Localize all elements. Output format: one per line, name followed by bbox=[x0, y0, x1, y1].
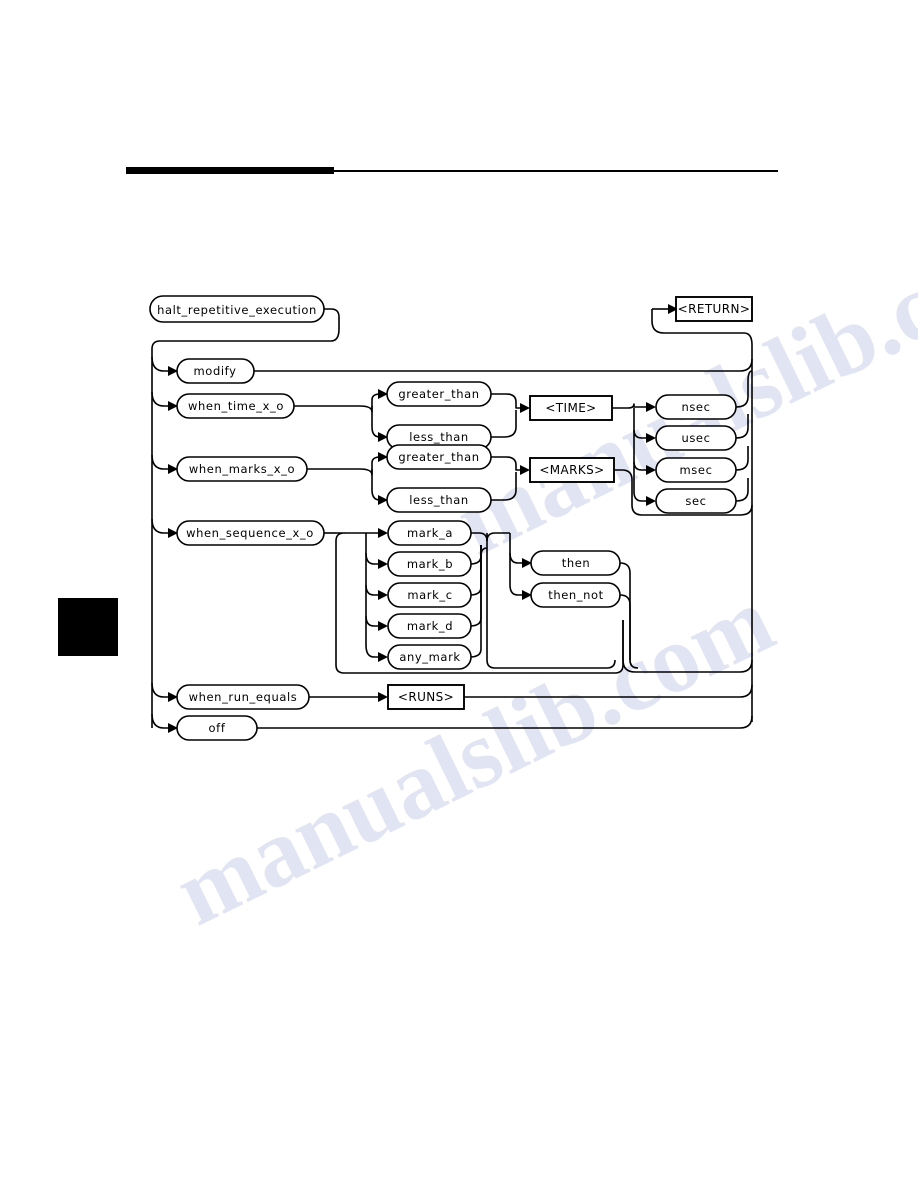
node-label: then_not bbox=[548, 588, 604, 602]
node-label: when_run_equals bbox=[189, 690, 298, 704]
node-label: when_sequence_x_o bbox=[186, 526, 314, 540]
node-mark-a[interactable]: mark_a bbox=[387, 520, 472, 546]
node-when-run-equals[interactable]: when_run_equals bbox=[176, 684, 310, 710]
node-label: when_time_x_o bbox=[188, 399, 284, 413]
node-label: off bbox=[209, 721, 226, 735]
node-label: mark_c bbox=[407, 588, 452, 602]
node-marks-value[interactable]: <MARKS> bbox=[529, 457, 615, 483]
node-label: less_than bbox=[409, 430, 469, 444]
node-nsec[interactable]: nsec bbox=[655, 394, 737, 420]
node-usec[interactable]: usec bbox=[655, 425, 737, 451]
node-time-value[interactable]: <TIME> bbox=[529, 395, 613, 421]
node-label: greater_than bbox=[398, 450, 479, 464]
node-label: when_marks_x_o bbox=[189, 462, 295, 476]
node-label: any_mark bbox=[399, 650, 460, 664]
node-any-mark[interactable]: any_mark bbox=[387, 644, 472, 670]
node-label: mark_b bbox=[407, 557, 453, 571]
syntax-diagram: halt_repetitive_execution <RETURN> modif… bbox=[149, 295, 753, 741]
node-label: modify bbox=[194, 364, 237, 378]
node-label: nsec bbox=[681, 400, 710, 414]
node-label: <RUNS> bbox=[398, 690, 454, 704]
node-label: greater_than bbox=[398, 387, 479, 401]
node-msec[interactable]: msec bbox=[655, 457, 737, 483]
page-canvas: manualslib.com manualslib.com halt_repet… bbox=[0, 0, 918, 1188]
node-then[interactable]: then bbox=[530, 550, 621, 576]
node-less-than-marks[interactable]: less_than bbox=[386, 487, 492, 513]
node-label: <MARKS> bbox=[539, 463, 604, 477]
node-label: mark_d bbox=[407, 619, 453, 633]
node-runs-value[interactable]: <RUNS> bbox=[387, 684, 465, 710]
node-label: <RETURN> bbox=[678, 302, 751, 316]
node-label: <TIME> bbox=[545, 401, 596, 415]
node-label: sec bbox=[685, 494, 706, 508]
node-label: msec bbox=[680, 463, 713, 477]
node-then-not[interactable]: then_not bbox=[530, 582, 621, 608]
node-label: mark_a bbox=[407, 526, 453, 540]
node-when-marks-x-o[interactable]: when_marks_x_o bbox=[176, 456, 308, 482]
node-halt-repetitive-execution[interactable]: halt_repetitive_execution bbox=[149, 295, 325, 323]
node-greater-than-marks[interactable]: greater_than bbox=[386, 444, 492, 470]
node-label: less_than bbox=[409, 493, 469, 507]
node-off[interactable]: off bbox=[176, 715, 258, 741]
node-mark-c[interactable]: mark_c bbox=[387, 582, 472, 608]
node-label: then bbox=[562, 556, 591, 570]
node-greater-than-time[interactable]: greater_than bbox=[386, 381, 492, 407]
node-mark-d[interactable]: mark_d bbox=[387, 613, 472, 639]
node-label: usec bbox=[681, 431, 710, 445]
node-mark-b[interactable]: mark_b bbox=[387, 551, 472, 577]
node-when-sequence-x-o[interactable]: when_sequence_x_o bbox=[176, 520, 325, 546]
node-sec[interactable]: sec bbox=[655, 488, 737, 514]
node-return[interactable]: <RETURN> bbox=[675, 296, 753, 322]
node-modify[interactable]: modify bbox=[176, 358, 255, 384]
node-when-time-x-o[interactable]: when_time_x_o bbox=[176, 393, 295, 419]
node-label: halt_repetitive_execution bbox=[157, 303, 317, 317]
